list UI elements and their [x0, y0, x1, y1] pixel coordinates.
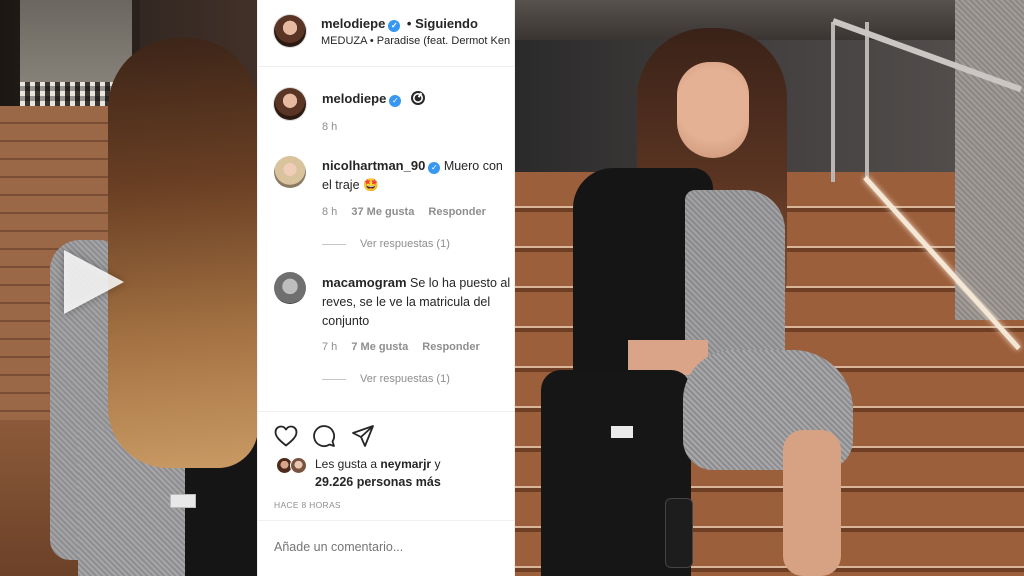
photo-ceiling — [515, 0, 1024, 40]
likes-summary: Les gusta a neymarjr y — [315, 457, 440, 471]
comment-1-likes[interactable]: 37 Me gusta — [351, 206, 414, 218]
author-avatar[interactable] — [274, 15, 306, 47]
commenter-avatar[interactable] — [274, 156, 306, 188]
video-preview[interactable] — [0, 0, 257, 576]
comment-1-view-replies[interactable]: Ver respuestas (1) — [322, 238, 450, 250]
add-comment-input[interactable] — [274, 540, 504, 554]
threads-icon — [410, 91, 425, 105]
play-icon[interactable] — [64, 250, 124, 314]
caption-time: 8 h — [322, 121, 338, 133]
photo-face — [677, 62, 749, 158]
comment-2-likes[interactable]: 7 Me gusta — [351, 341, 408, 353]
header-separator: • — [406, 16, 412, 31]
verified-badge-icon: ✓ — [428, 162, 441, 174]
post-photo — [515, 0, 1024, 576]
comment-1-time: 8 h — [322, 206, 338, 218]
video-hair — [108, 38, 257, 468]
comment-2-meta: 7 h 7 Me gusta Responder — [322, 341, 491, 353]
comment-1-username[interactable]: nicolhartman_90 — [322, 158, 425, 173]
caption-username[interactable]: melodiepe — [322, 91, 386, 106]
heart-icon[interactable] — [274, 425, 298, 447]
caption-avatar[interactable] — [274, 88, 306, 120]
likes-count[interactable]: 29.226 personas más — [315, 475, 441, 489]
header-divider — [258, 66, 516, 67]
comment-2-username[interactable]: macamogram — [322, 275, 407, 290]
comment-2-reply-button[interactable]: Responder — [422, 341, 479, 353]
paper-plane-icon[interactable] — [351, 424, 375, 448]
following-button[interactable]: Siguiendo — [415, 16, 478, 31]
verified-badge-icon: ✓ — [389, 95, 402, 107]
actions-divider — [258, 411, 516, 412]
comment-1-meta: 8 h 37 Me gusta Responder — [322, 206, 497, 218]
verified-badge-icon: ✓ — [388, 20, 401, 32]
comment-2-view-replies[interactable]: Ver respuestas (1) — [322, 373, 450, 385]
photo-garment-tag — [611, 426, 633, 438]
comment-input-divider — [258, 520, 516, 521]
post-timestamp: HACE 8 HORAS — [274, 500, 341, 510]
liker-username[interactable]: neymarjr — [380, 457, 431, 471]
likes-suffix: y — [434, 457, 441, 471]
comment-2: macamogram Se lo ha puesto al reves, se … — [322, 273, 514, 331]
video-garment-tag — [170, 494, 196, 508]
comment-bubble-icon[interactable] — [312, 424, 336, 448]
comment-1: nicolhartman_90 ✓ Muero con el traje 🤩 — [322, 156, 516, 195]
commenter-avatar[interactable] — [274, 272, 306, 304]
railing-post — [865, 22, 869, 182]
photo-leg — [783, 430, 841, 576]
photo-handbag — [665, 498, 693, 568]
photo-side-wall — [955, 0, 1024, 320]
audio-track[interactable]: MEDUZA • Paradise (feat. Dermot Ken — [321, 35, 513, 47]
likes-prefix: Les gusta a — [315, 457, 378, 471]
post-header: melodiepe ✓ • Siguiendo — [321, 16, 478, 32]
railing-post — [831, 22, 835, 182]
author-username[interactable]: melodiepe — [321, 16, 385, 31]
comment-1-reply-button[interactable]: Responder — [428, 206, 485, 218]
liker-avatar — [290, 457, 307, 474]
instagram-post-panel: melodiepe ✓ • Siguiendo MEDUZA • Paradise… — [257, 0, 516, 576]
comment-2-time: 7 h — [322, 341, 338, 353]
caption-author: melodiepe ✓ — [322, 90, 426, 108]
